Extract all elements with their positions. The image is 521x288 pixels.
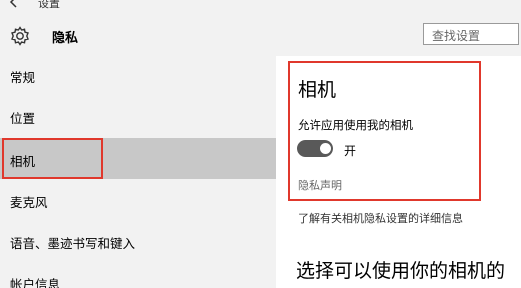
title-bar: [0, 0, 521, 12]
toggle-knob: [320, 143, 331, 154]
section-title: 相机: [298, 79, 337, 101]
allow-apps-label: 允许应用使用我的相机: [298, 118, 413, 132]
search-input[interactable]: 查找设置: [423, 23, 519, 45]
camera-nav-highlight-box: [2, 138, 103, 179]
learn-more-link[interactable]: 了解有关相机隐私设置的详细信息: [298, 210, 463, 226]
sidebar-item-label: 语音、墨迹书写和键入: [10, 236, 136, 251]
choose-apps-heading: 选择可以使用你的相机的: [296, 260, 506, 282]
sidebar-item-label: 麦克风: [10, 195, 48, 210]
camera-access-toggle[interactable]: [297, 140, 333, 157]
privacy-statement-link[interactable]: 隐私声明: [298, 177, 342, 193]
sidebar-item-label: 帐户信息: [10, 277, 61, 288]
sidebar-item-label: 常规: [10, 70, 36, 85]
settings-window: 设置 隐私 查找设置 常规 位置 相机 麦克风 语音、墨迹书写和键入 帐户信息 …: [0, 0, 521, 288]
sidebar-item-microphone[interactable]: 麦克风: [0, 181, 276, 219]
window-title: 设置: [38, 0, 60, 10]
sidebar-item-location[interactable]: 位置: [0, 97, 276, 135]
sidebar-item-speech-inking-typing[interactable]: 语音、墨迹书写和键入: [0, 222, 276, 260]
sidebar-item-label: 位置: [10, 111, 36, 126]
sidebar-item-account-info[interactable]: 帐户信息: [0, 263, 276, 288]
gear-icon: [9, 25, 31, 47]
page-title: 隐私: [52, 31, 79, 46]
sidebar-item-general[interactable]: 常规: [0, 56, 276, 94]
back-arrow-icon[interactable]: [8, 0, 22, 8]
search-placeholder: 查找设置: [432, 29, 481, 43]
toggle-state-label: 开: [344, 144, 357, 158]
